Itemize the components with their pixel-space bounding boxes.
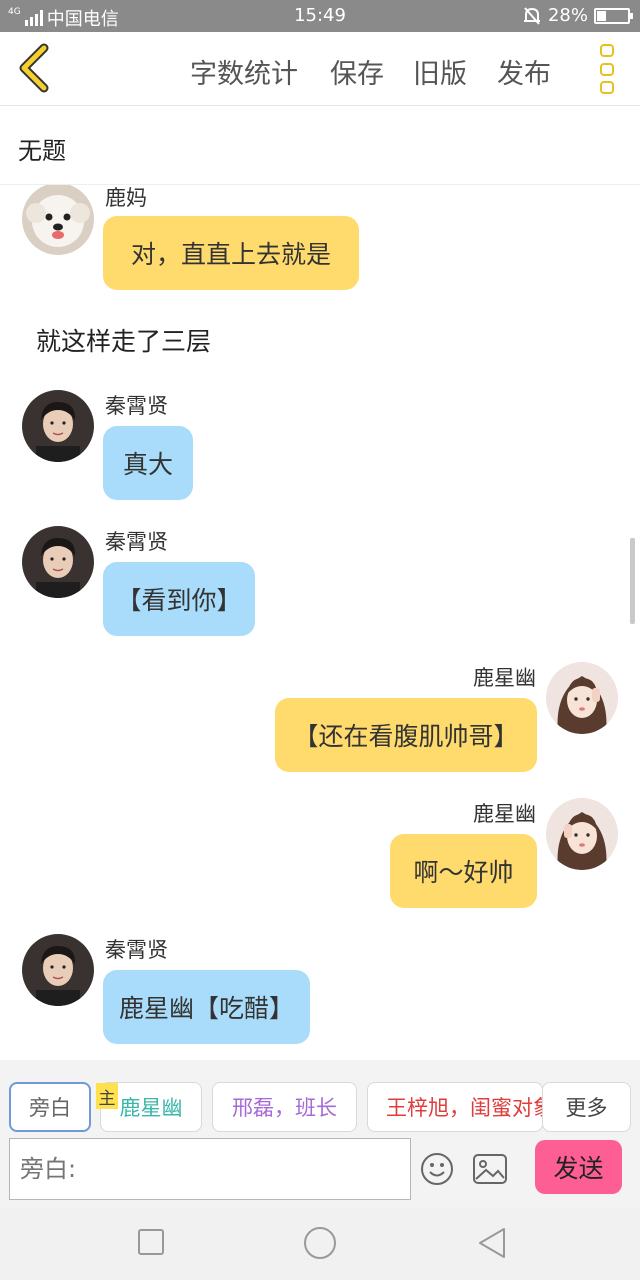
square-nav-icon[interactable]: [137, 1228, 165, 1260]
message-bubble[interactable]: 啊～好帅: [390, 834, 537, 908]
battery-percent: 28%: [547, 5, 588, 26]
avatar-male[interactable]: [22, 934, 94, 1006]
avatar-dog[interactable]: [22, 185, 94, 255]
status-bar: 4G 中国电信 15:49 28%: [0, 0, 640, 32]
image-icon[interactable]: [473, 1154, 507, 1188]
chat-area[interactable]: 鹿妈 对，直直上去就是 就这样走了三层 秦霄贤 真大 秦霄贤 【看到你】 鹿星幽…: [0, 185, 640, 1060]
sender-name: 秦霄贤: [105, 530, 168, 554]
old-version-button[interactable]: 旧版: [413, 52, 467, 91]
status-right: 28%: [522, 5, 633, 26]
battery-icon: [594, 7, 633, 24]
document-title[interactable]: 无题: [18, 131, 66, 166]
publish-button[interactable]: 发布: [497, 52, 551, 91]
avatar-male[interactable]: [22, 526, 94, 598]
sender-name: 秦霄贤: [105, 938, 168, 962]
more-roles-button[interactable]: 更多: [542, 1082, 631, 1132]
word-count-button[interactable]: 字数统计: [190, 52, 298, 91]
message-bubble[interactable]: 对，直直上去就是: [103, 216, 359, 290]
host-tag: 主: [96, 1083, 118, 1109]
avatar-female[interactable]: [546, 662, 618, 734]
role-xinglei[interactable]: 邢磊，班长: [212, 1082, 357, 1132]
avatar-female[interactable]: [546, 798, 618, 870]
scrollbar[interactable]: [630, 538, 635, 624]
battery-fill: [597, 10, 606, 21]
sender-name: 鹿妈: [105, 186, 147, 210]
message-bubble[interactable]: 【还在看腹肌帅哥】: [275, 698, 537, 772]
message-bubble[interactable]: 【看到你】: [103, 562, 255, 636]
input-row: 发送: [0, 1132, 640, 1208]
sender-name: 秦霄贤: [105, 394, 168, 418]
sender-name: 鹿星幽: [473, 802, 536, 826]
triangle-back-nav-icon[interactable]: [476, 1226, 508, 1264]
system-nav-bar: [0, 1208, 640, 1280]
mute-bell-icon: [523, 6, 540, 25]
role-wangzixu[interactable]: 王梓旭，闺蜜对象: [367, 1082, 543, 1132]
avatar-male[interactable]: [22, 390, 94, 462]
narration-text[interactable]: 就这样走了三层: [36, 322, 211, 358]
sender-name: 鹿星幽: [473, 666, 536, 690]
more-menu-icon[interactable]: [600, 44, 616, 94]
message-bubble[interactable]: 鹿星幽【吃醋】: [103, 970, 310, 1044]
circle-nav-icon[interactable]: [303, 1226, 337, 1264]
send-button[interactable]: 发送: [535, 1140, 622, 1194]
toolbar: 字数统计 保存 旧版 发布: [0, 32, 640, 106]
role-narrator[interactable]: 旁白: [9, 1082, 91, 1132]
message-bubble[interactable]: 真大: [103, 426, 193, 500]
back-button[interactable]: [14, 42, 54, 94]
message-input[interactable]: [9, 1138, 411, 1200]
back-chevron-icon: [19, 43, 49, 93]
save-button[interactable]: 保存: [330, 52, 384, 91]
title-row[interactable]: 无题: [0, 107, 640, 185]
emoji-icon[interactable]: [420, 1152, 454, 1190]
